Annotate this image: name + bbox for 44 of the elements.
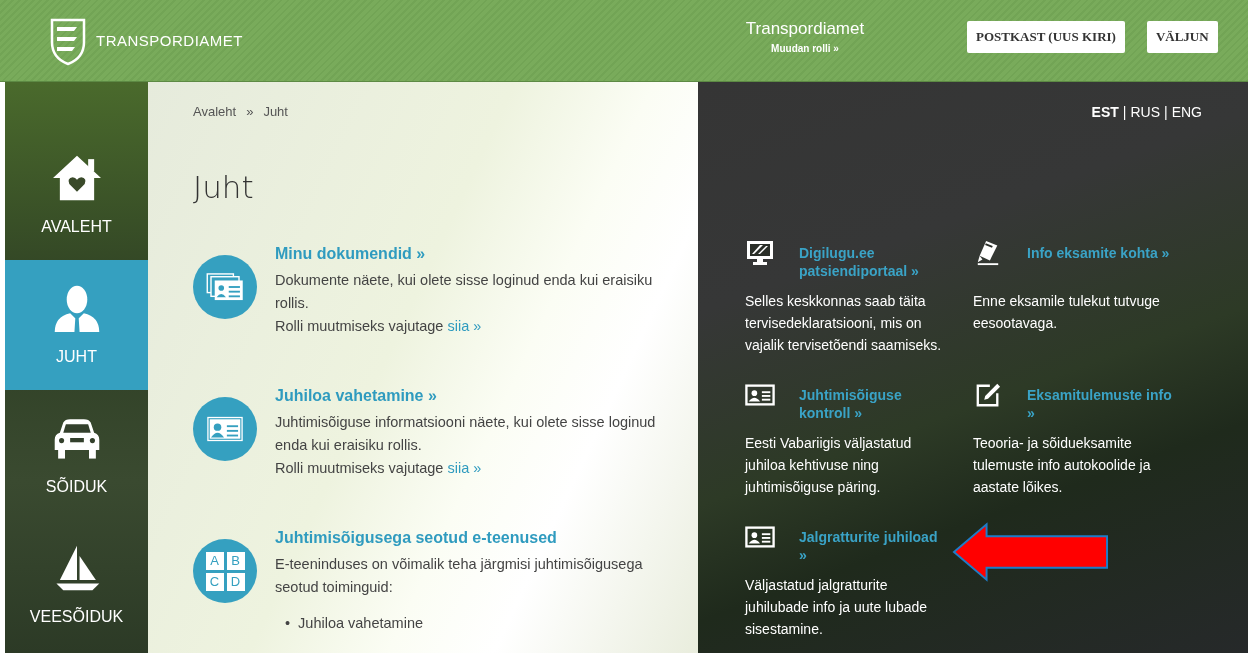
role-title: Transpordiamet <box>745 19 865 39</box>
tile-title-link[interactable]: Jalgratturite juhiload » <box>799 528 947 564</box>
service-description: E-teeninduses on võimalik teha järgmisi juhtimisõigusega seotud toiminguid: <box>275 555 644 597</box>
language-link[interactable]: EST <box>1091 104 1119 120</box>
header-button[interactable]: VÄLJUN <box>1146 20 1218 53</box>
language-link[interactable]: RUS <box>1130 104 1160 120</box>
language-link[interactable]: ENG <box>1171 104 1202 120</box>
service-title-link[interactable]: Minu dokumendid » <box>275 245 675 263</box>
here-link[interactable]: siia » <box>447 460 482 476</box>
tile-description: Selles keskkonnas saab täita tervisedeklaratsiooni, mis on vajalik tervisetõendi saamiseks. <box>745 292 943 355</box>
tile-description: Enne eksamile tulekut tutvuge eesootavaga. <box>973 292 1161 333</box>
breadcrumb-link[interactable]: Juht <box>263 104 288 119</box>
tile-description: Teooria- ja sõidueksamite tulemuste info autokoolide ja aastate lõikes. <box>973 434 1152 497</box>
logo-text[interactable]: TRANSPORDIAMET <box>96 32 243 49</box>
here-link[interactable]: siia » <box>447 318 482 334</box>
sidebar-item[interactable]: AVALEHT <box>5 82 148 260</box>
header-button[interactable]: POSTKAST (UUS KIRI) <box>967 20 1125 53</box>
breadcrumb-link[interactable]: Avaleht <box>193 104 237 119</box>
breadcrumb-separator: » <box>246 104 254 119</box>
language-separator: | <box>1122 104 1127 120</box>
service-title-link[interactable]: Juhtimisõigusega seotud e-teenused <box>275 529 675 547</box>
role-change-note: Rolli muutmiseks vajutage siia » <box>275 317 483 336</box>
change-role-link[interactable]: Muudan rolli » <box>771 43 839 54</box>
tile-title-link[interactable]: Digilugu.ee patsiendiportaal » <box>799 244 947 280</box>
id-card-icon <box>745 524 775 550</box>
language-separator: | <box>1164 104 1168 120</box>
tile-description: Eesti Vabariigis väljastatud juhiloa kehtivuse ning juhtimisõiguse päring. <box>745 434 913 497</box>
service-description: Dokumente näete, kui olete sisse loginud enda kui eraisiku rollis. <box>275 271 654 313</box>
monitor-icon <box>745 240 775 266</box>
list-item: Juhiloa vahetamine <box>298 614 424 633</box>
bullet-marker: • <box>285 614 291 633</box>
id-card-icon <box>745 382 775 408</box>
role-change-note: Rolli muutmiseks vajutage siia » <box>275 459 483 478</box>
tile-title-link[interactable]: Juhtimisõiguse kontroll » <box>799 386 947 422</box>
service-title-link[interactable]: Juhiloa vahetamine » <box>275 387 675 405</box>
tile-title-link[interactable]: Info eksamite kohta » <box>1027 244 1170 262</box>
sidebar-item[interactable]: JUHT <box>5 260 148 390</box>
sidebar-item[interactable]: VEESÕIDUK <box>5 520 148 650</box>
tile-description: Väljastatud jalgratturite juhilubade info ja uute lubade sisestamine. <box>745 576 929 639</box>
page-title: Juht <box>193 169 255 205</box>
tile-title-link[interactable]: Eksamitulemuste info » <box>1027 386 1175 422</box>
service-description: Juhtimisõiguse informatsiooni näete, kui olete sisse loginud enda kui eraisiku rollis. <box>275 413 657 455</box>
service-icon: A B C D <box>193 539 257 603</box>
sidebar-item[interactable]: SÕIDUK <box>5 390 148 520</box>
